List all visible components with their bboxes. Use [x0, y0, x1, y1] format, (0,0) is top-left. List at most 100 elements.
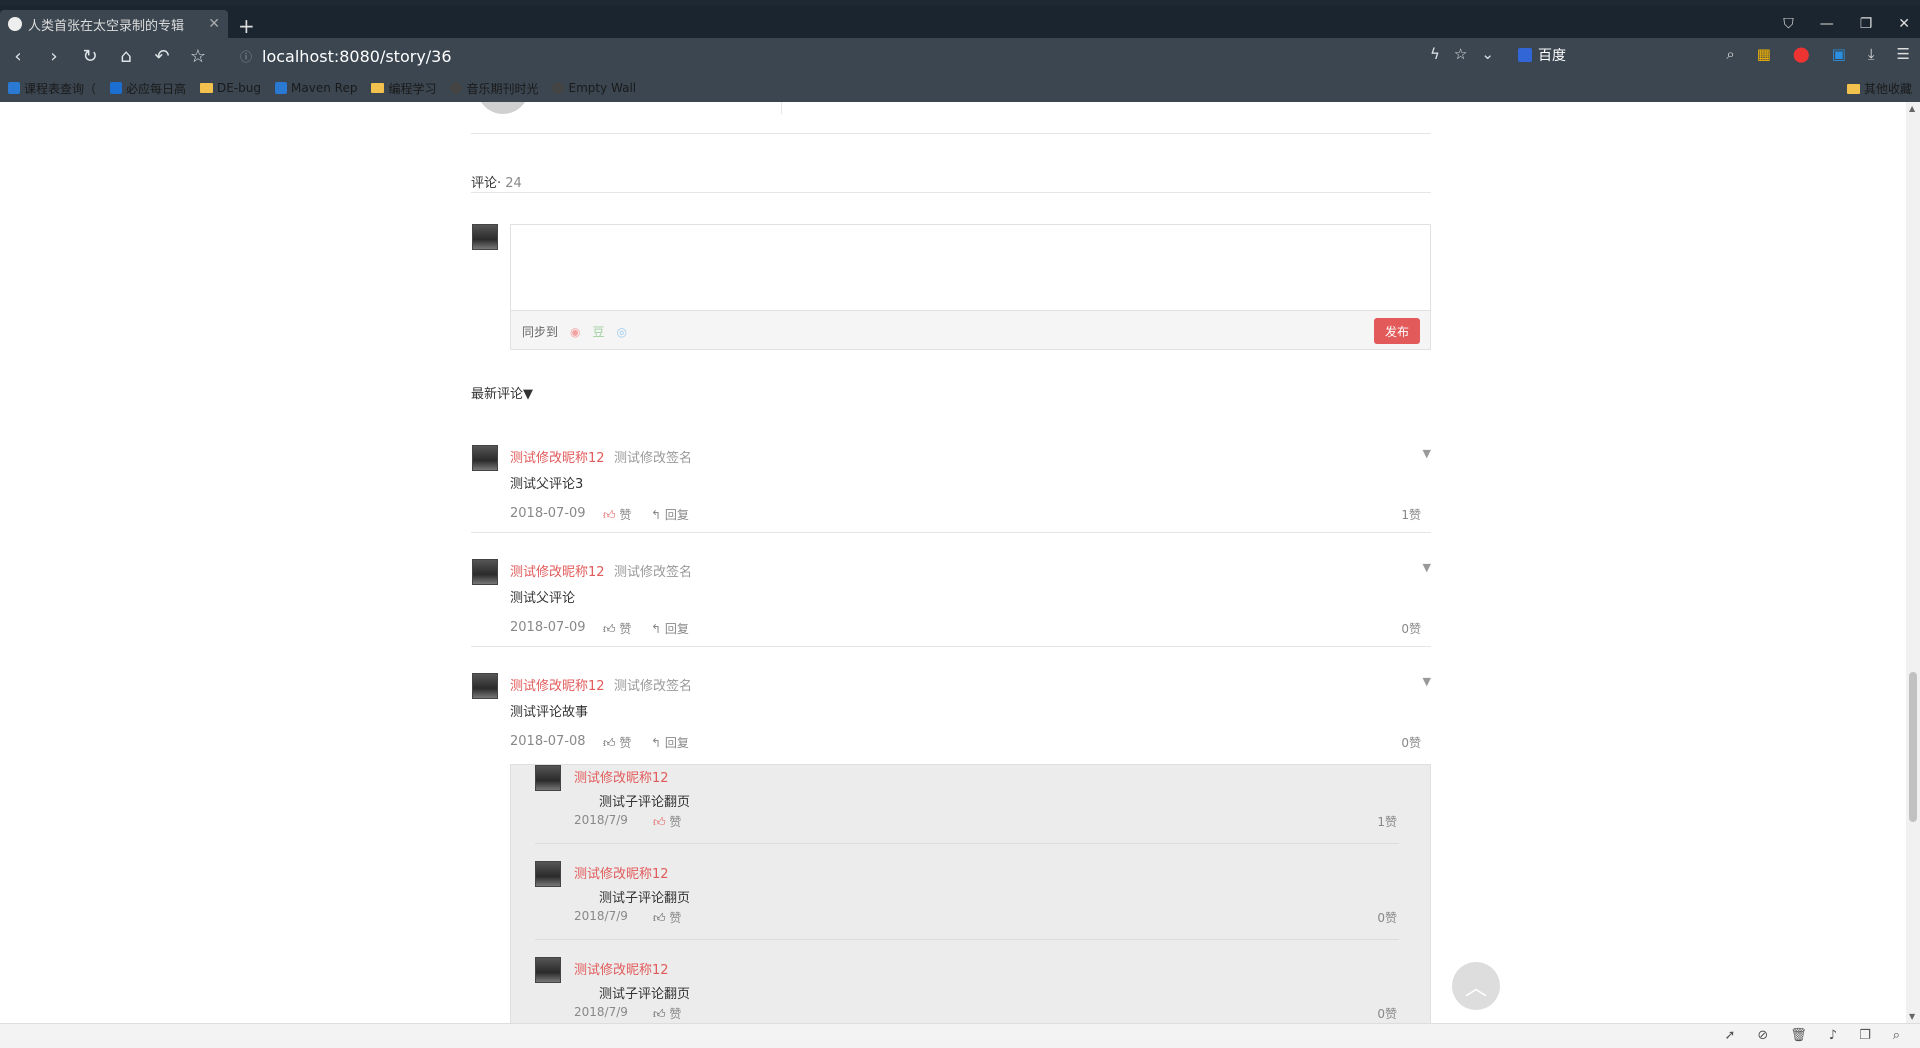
lightning-icon[interactable]: ϟ — [1430, 45, 1440, 63]
weibo-icon[interactable]: ◉ — [570, 325, 580, 339]
browser-chrome: 人类首张在太空录制的专辑 ✕ + ⛉ — ❐ ✕ ‹ › ↻ ⌂ ↶ ☆ ⓘ l… — [0, 0, 1920, 102]
tab-favicon-icon — [8, 17, 22, 31]
window-icon[interactable]: ❐ — [1859, 1028, 1871, 1043]
comment-editor: 同步到 ◉ 豆 ◎ 发布 — [510, 224, 1431, 350]
qzone-icon[interactable]: ◎ — [617, 325, 627, 339]
skin-icon[interactable]: ⛉ — [1783, 16, 1794, 32]
no-image-icon[interactable]: ⊘ — [1757, 1028, 1768, 1043]
reload-icon[interactable]: ↻ — [72, 46, 108, 67]
comment-date: 2018-07-09 — [510, 506, 586, 521]
douban-icon[interactable]: 豆 — [593, 323, 605, 340]
comment-nickname[interactable]: 测试修改昵称12 — [510, 675, 605, 694]
favorite-star-icon[interactable]: ☆ — [180, 46, 216, 67]
avatar[interactable] — [472, 559, 498, 585]
more-options-icon[interactable]: ▼ — [1423, 675, 1431, 688]
tab-close-icon[interactable]: ✕ — [208, 16, 220, 32]
tab-bar: 人类首张在太空录制的专辑 ✕ + ⛉ — ❐ ✕ — [0, 6, 1920, 38]
scroll-down-icon[interactable]: ▼ — [1909, 1012, 1915, 1021]
like-count: 0赞 — [1377, 1007, 1397, 1021]
sync-label: 同步到 — [522, 325, 559, 339]
bookmark-favicon-icon — [8, 82, 20, 94]
thumbs-up-icon: 👍︎ — [653, 1007, 666, 1021]
reply-button[interactable]: ↰ 回复 — [651, 734, 689, 751]
download-icon[interactable]: ⤓ — [1868, 45, 1875, 63]
avatar[interactable] — [472, 445, 498, 471]
bookmark-item[interactable]: DE-bug — [200, 81, 261, 95]
back-icon[interactable]: ‹ — [0, 46, 36, 67]
forward-icon[interactable]: › — [36, 46, 72, 67]
divider — [471, 192, 1431, 193]
apps-icon[interactable]: ▦ — [1757, 45, 1771, 63]
opera-icon[interactable]: ⬤ — [1793, 45, 1810, 63]
avatar[interactable] — [535, 957, 561, 983]
new-tab-button[interactable]: + — [238, 14, 255, 38]
avatar[interactable] — [472, 673, 498, 699]
comment-nickname[interactable]: 测试修改昵称12 — [510, 447, 605, 466]
search-engine-box[interactable]: 百度 — [1518, 45, 1566, 65]
reply-text: 测试子评论翻页 — [599, 795, 691, 810]
other-bookmarks[interactable]: 其他收藏 — [1846, 80, 1912, 97]
divider — [471, 646, 1431, 647]
more-options-icon[interactable]: ▼ — [1423, 447, 1431, 460]
avatar[interactable] — [535, 765, 561, 791]
page-scrollbar[interactable]: ▲ ▼ — [1906, 102, 1920, 1023]
publish-button[interactable]: 发布 — [1374, 318, 1420, 344]
rocket-icon[interactable]: ➚ — [1724, 1028, 1735, 1043]
bookmark-item[interactable]: 必应每日高 — [110, 80, 186, 97]
comment-text: 测试父评论 — [510, 591, 576, 606]
url-text[interactable]: localhost:8080/story/36 — [262, 47, 452, 66]
author-avatar — [477, 102, 529, 114]
divider — [471, 532, 1431, 533]
home-icon[interactable]: ⌂ — [108, 46, 144, 67]
more-options-icon[interactable]: ▼ — [1423, 561, 1431, 574]
restore-icon[interactable]: ❐ — [1860, 16, 1873, 32]
bookmark-item[interactable]: 编程学习 — [371, 80, 436, 97]
sound-icon[interactable]: ♪ — [1829, 1028, 1837, 1043]
reply-text: 测试子评论翻页 — [599, 891, 691, 906]
undo-close-icon[interactable]: ↶ — [144, 46, 180, 67]
like-button[interactable]: 👍︎ 赞 — [653, 909, 681, 926]
like-button[interactable]: 👍︎ 赞 — [603, 506, 631, 523]
menu-icon[interactable]: ☰ — [1897, 45, 1910, 63]
reply-nickname[interactable]: 测试修改昵称12 — [574, 959, 669, 978]
folder-icon — [371, 83, 385, 93]
current-user-avatar — [472, 224, 498, 250]
reply-button[interactable]: ↰ 回复 — [651, 620, 689, 637]
back-to-top-button[interactable]: ︿ — [1452, 962, 1500, 1010]
like-button[interactable]: 👍︎ 赞 — [653, 813, 681, 830]
close-window-icon[interactable]: ✕ — [1898, 16, 1910, 32]
reply-nickname[interactable]: 测试修改昵称12 — [574, 767, 669, 786]
trash-icon[interactable]: 🗑︎ — [1790, 1028, 1807, 1043]
bookmark-item[interactable]: 课程表查询（ — [8, 80, 96, 97]
url-actions: ϟ ☆ ⌄ — [1430, 45, 1494, 63]
comment-input[interactable] — [511, 225, 1430, 311]
extension-icon[interactable]: ▣ — [1832, 45, 1846, 63]
bookmark-item[interactable]: Empty Wall — [552, 81, 636, 95]
site-info-icon[interactable]: ⓘ — [240, 48, 252, 65]
bookmark-item[interactable]: 音乐期刊时光 — [450, 80, 538, 97]
like-button[interactable]: 👍︎ 赞 — [603, 734, 631, 751]
comment-signature: 测试修改签名 — [614, 565, 693, 580]
reply-button[interactable]: ↰ 回复 — [651, 506, 689, 523]
like-count: 0赞 — [1401, 622, 1421, 636]
address-bar[interactable]: ⓘ localhost:8080/story/36 — [240, 41, 1490, 71]
reply-nickname[interactable]: 测试修改昵称12 — [574, 863, 669, 882]
dropdown-icon[interactable]: ⌄ — [1481, 45, 1494, 63]
comment-nickname[interactable]: 测试修改昵称12 — [510, 561, 605, 580]
browser-tab[interactable]: 人类首张在太空录制的专辑 ✕ — [0, 10, 228, 38]
zoom-icon[interactable]: ⌕ — [1893, 1028, 1900, 1043]
bookmark-star-icon[interactable]: ☆ — [1454, 45, 1467, 63]
scrollbar-thumb[interactable] — [1909, 672, 1917, 822]
avatar[interactable] — [535, 861, 561, 887]
bookmark-item[interactable]: Maven Rep — [275, 81, 357, 95]
thumbs-up-icon: 👍︎ — [603, 508, 616, 522]
search-icon[interactable]: ⌕ — [1726, 45, 1734, 63]
folder-icon — [1846, 83, 1860, 94]
like-button[interactable]: 👍︎ 赞 — [653, 1005, 681, 1022]
like-button[interactable]: 👍︎ 赞 — [603, 620, 631, 637]
sort-dropdown[interactable]: 最新评论▼ — [471, 383, 533, 402]
comments-header: 评论· 24 — [471, 172, 522, 191]
scroll-up-icon[interactable]: ▲ — [1909, 104, 1915, 113]
like-count: 1赞 — [1401, 508, 1421, 522]
minimize-icon[interactable]: — — [1820, 16, 1834, 32]
